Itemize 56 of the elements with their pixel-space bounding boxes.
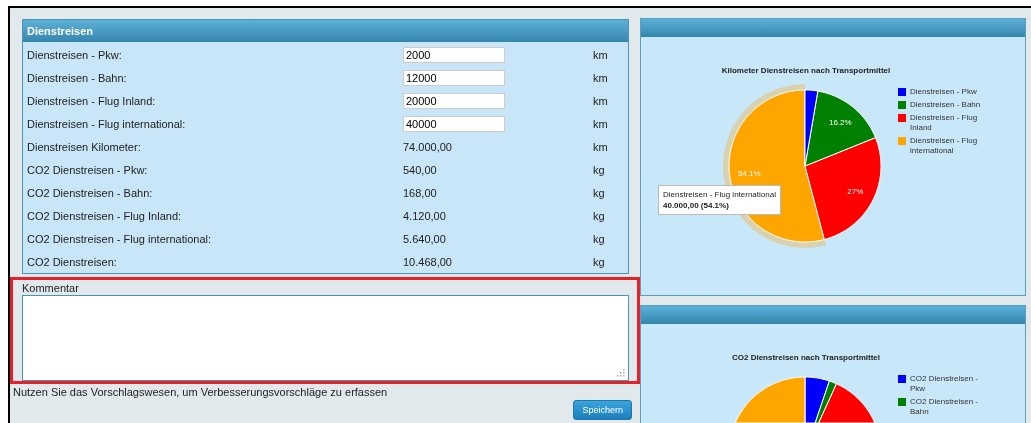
- field-label: CO2 Dienstreisen - Bahn:: [26, 186, 154, 199]
- field-label: CO2 Dienstreisen:: [26, 255, 118, 268]
- computed-value: 5.640,00: [403, 232, 446, 245]
- legend-swatch: [898, 101, 906, 109]
- field-label: Dienstreisen - Bahn:: [26, 71, 128, 84]
- resize-grip-icon[interactable]: [617, 369, 625, 377]
- tooltip-title: Dienstreisen - Flug international: [663, 189, 776, 200]
- slice-label: 16.2%: [828, 118, 852, 128]
- legend-label[interactable]: Dienstreisen - Pkw: [910, 87, 977, 97]
- chart-title: CO2 Dienstreisen nach Transportmittel: [730, 353, 881, 362]
- chart-title: Kilometer Dienstreisen nach Transportmittel: [720, 66, 892, 75]
- computed-value: 168,00: [403, 186, 437, 199]
- field-label: CO2 Dienstreisen - Flug Inland:: [26, 209, 183, 222]
- legend-label[interactable]: CO2 Dienstreisen - Pkw: [910, 374, 994, 394]
- legend-label[interactable]: Dienstreisen - Flug international: [910, 136, 994, 156]
- computed-value: 74.000,00: [403, 140, 452, 153]
- input-field[interactable]: 40000: [403, 115, 505, 132]
- field-label: Dienstreisen - Pkw:: [26, 48, 123, 61]
- panel-title: Dienstreisen: [27, 25, 94, 37]
- input-field[interactable]: 12000: [403, 69, 505, 86]
- legend-label[interactable]: CO2 Dienstreisen - Bahn: [910, 397, 994, 417]
- field-label: Dienstreisen - Flug Inland:: [26, 94, 157, 107]
- input-field[interactable]: 20000: [403, 92, 505, 109]
- unit-label: kg: [593, 255, 606, 268]
- computed-value: 10.468,00: [403, 255, 452, 268]
- comment-label: Kommentar: [22, 282, 80, 294]
- legend-label[interactable]: Dienstreisen - Flug Inland: [910, 113, 994, 133]
- computed-value: 4.120,00: [403, 209, 446, 222]
- field-label: CO2 Dienstreisen - Pkw:: [26, 163, 149, 176]
- field-label: Dienstreisen - Flug international:: [26, 117, 187, 130]
- legend-swatch: [898, 88, 906, 96]
- pie-slice[interactable]: [804, 89, 819, 167]
- unit-label: km: [593, 140, 609, 153]
- slice-label: 27%: [847, 187, 864, 197]
- legend-swatch: [898, 114, 906, 122]
- unit-label: km: [593, 48, 609, 61]
- hint-text: Nutzen Sie das Vorschlagswesen, um Verbesserungsvorschläge zu erfassen: [13, 386, 389, 398]
- unit-label: kg: [593, 209, 606, 222]
- unit-label: km: [593, 94, 609, 107]
- slice-label: 54.1%: [737, 169, 761, 179]
- field-label: Dienstreisen Kilometer:: [26, 140, 142, 153]
- unit-label: kg: [593, 186, 606, 199]
- field-label: CO2 Dienstreisen - Flug international:: [26, 232, 213, 245]
- save-button[interactable]: Speichern: [573, 400, 632, 420]
- unit-label: kg: [593, 163, 606, 176]
- input-field[interactable]: 2000: [403, 46, 505, 63]
- pie-slice[interactable]: [804, 137, 882, 240]
- unit-label: km: [593, 71, 609, 84]
- pie-slice[interactable]: [804, 90, 876, 167]
- legend-swatch: [898, 137, 906, 145]
- tooltip-value: 40.000,00 (54.1%): [663, 200, 730, 211]
- unit-label: kg: [593, 232, 606, 245]
- computed-value: 540,00: [403, 163, 437, 176]
- legend-label[interactable]: Dienstreisen - Bahn: [910, 100, 981, 110]
- comment-field[interactable]: [22, 295, 629, 381]
- unit-label: km: [593, 117, 609, 130]
